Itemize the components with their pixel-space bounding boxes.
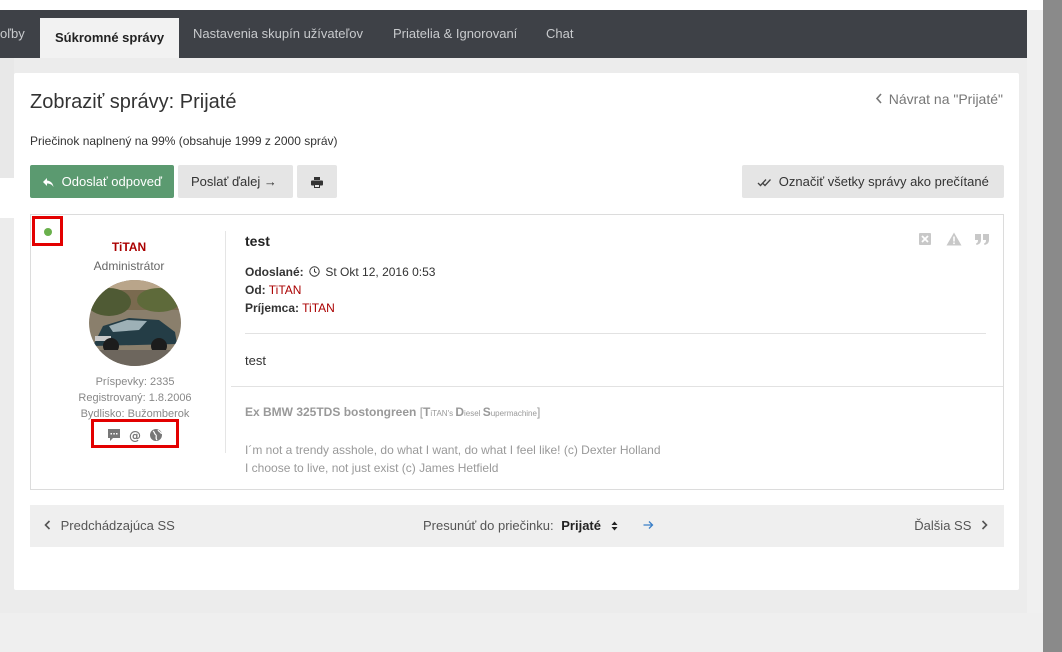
message-subject: test	[245, 233, 270, 249]
top-strip	[0, 0, 1043, 10]
author-posts[interactable]: Príspevky: 2335	[31, 374, 239, 390]
website-icon[interactable]	[149, 428, 163, 442]
signature-small: upermachine	[490, 409, 537, 418]
move-to-folder: Presunúť do priečinku: Prijaté	[423, 518, 654, 533]
pm-panel: Zobraziť správy: Prijaté Návrat na "Prij…	[14, 73, 1019, 590]
meta-to-row: Príjemca: TiTAN	[245, 299, 435, 317]
sent-label: Odoslané:	[245, 265, 304, 279]
left-sidebar-edge	[0, 58, 14, 218]
to-username[interactable]: TiTAN	[302, 301, 335, 315]
pm-message: TiTAN Administrátor Príspevky: 2335 Regi…	[30, 214, 1004, 490]
print-icon	[311, 174, 323, 189]
signature-quote: I choose to live, not just exist (c) Jam…	[245, 461, 499, 475]
window-scrollbar[interactable]	[1043, 0, 1062, 652]
mark-all-read-label: Označiť všetky správy ako prečítané	[778, 174, 989, 189]
previous-pm-link[interactable]: Predchádzajúca SS	[44, 518, 175, 533]
contact-icons: @	[107, 426, 170, 443]
tab-friends-foes[interactable]: Priatelia & Ignorovaní	[393, 10, 517, 58]
signature-quote: I´m not a trendy asshole, do what I want…	[245, 443, 661, 457]
signature-title: Ex BMW 325TDS bostongreen	[245, 405, 417, 419]
signature-letter: S	[482, 405, 491, 419]
back-link-label: Návrat na "Prijaté"	[888, 91, 1003, 107]
next-pm-label: Ďalšia SS	[914, 518, 972, 533]
tab-chat[interactable]: Chat	[546, 10, 573, 58]
arrow-right-icon[interactable]	[643, 518, 654, 533]
mark-all-read-button[interactable]: Označiť všetky správy ako prečítané	[742, 165, 1004, 198]
signature-small: iTAN's	[430, 409, 456, 418]
email-icon[interactable]: @	[128, 428, 142, 443]
folder-select[interactable]: Prijaté	[561, 518, 621, 533]
signature-title-line: Ex BMW 325TDS bostongreen [TiTAN's Diese…	[245, 403, 985, 423]
clock-icon	[307, 265, 325, 279]
warning-icon[interactable]	[946, 232, 962, 248]
author-profile: TiTAN Administrátor Príspevky: 2335 Regi…	[31, 215, 227, 491]
left-sidebar-fragment	[0, 178, 14, 218]
author-divider	[225, 231, 226, 453]
svg-text:@: @	[129, 429, 141, 442]
sent-date: St Okt 12, 2016 0:53	[325, 265, 436, 279]
reply-icon	[43, 174, 62, 189]
from-label: Od:	[245, 283, 266, 297]
next-pm-link[interactable]: Ďalšia SS	[914, 518, 988, 533]
tab-preferences[interactable]: oľby	[0, 10, 25, 58]
author-username[interactable]: TiTAN	[31, 240, 227, 254]
ucp-tabbar: oľby Súkromné správy Nastavenia skupín u…	[0, 10, 1027, 58]
signature: Ex BMW 325TDS bostongreen [TiTAN's Diese…	[245, 403, 985, 477]
pm-icon[interactable]	[107, 428, 121, 442]
message-meta: Odoslané: St Okt 12, 2016 0:53 Od: TiTAN…	[245, 263, 435, 317]
chevron-left-icon	[875, 91, 883, 107]
author-rank: Administrátor	[93, 259, 165, 273]
folder-status: Priečinok naplnený na 99% (obsahuje 1999…	[30, 134, 338, 148]
avatar[interactable]	[89, 280, 181, 366]
reply-button[interactable]: Odoslať odpoveď	[30, 165, 174, 198]
print-button[interactable]	[297, 165, 337, 198]
double-check-icon	[757, 174, 779, 189]
folder-select-value: Prijaté	[561, 518, 601, 533]
meta-sent-row: Odoslané: St Okt 12, 2016 0:53	[245, 263, 435, 281]
select-arrows-icon	[605, 518, 622, 533]
quote-icon[interactable]	[974, 232, 990, 248]
meta-from-row: Od: TiTAN	[245, 281, 435, 299]
page-title: Zobraziť správy: Prijaté	[30, 91, 237, 113]
chevron-left-icon	[44, 518, 61, 533]
content-divider	[245, 333, 986, 334]
signature-small: iesel	[464, 409, 483, 418]
page-footer-area	[0, 613, 1043, 652]
delete-icon[interactable]	[918, 232, 934, 248]
post-actions	[906, 231, 990, 248]
chevron-right-icon	[971, 518, 988, 533]
signature-quotes: I´m not a trendy asshole, do what I want…	[245, 441, 985, 477]
signature-bracket: ]	[536, 405, 541, 419]
previous-pm-label: Predchádzajúca SS	[60, 518, 175, 533]
to-label: Príjemca:	[245, 301, 300, 315]
back-to-inbox-link[interactable]: Návrat na "Prijaté"	[875, 91, 1003, 107]
move-to-label: Presunúť do priečinku:	[423, 518, 554, 533]
tab-private-messages[interactable]: Súkromné správy	[40, 18, 180, 58]
forward-button[interactable]: Poslať ďalej →	[178, 165, 293, 198]
author-registered: Registrovaný: 1.8.2006	[78, 392, 192, 404]
reply-button-label: Odoslať odpoveď	[61, 174, 162, 189]
signature-letter: D	[455, 405, 464, 419]
contact-icons-highlight: @	[91, 419, 179, 448]
pm-pager: Predchádzajúca SS Presunúť do priečinku:…	[30, 505, 1004, 547]
author-stats: Príspevky: 2335 Registrovaný: 1.8.2006 B…	[31, 374, 239, 422]
signature-divider	[231, 386, 1003, 387]
tab-usergroups[interactable]: Nastavenia skupín užívateľov	[193, 10, 363, 58]
message-content: test	[245, 353, 266, 368]
from-username[interactable]: TiTAN	[269, 283, 302, 297]
